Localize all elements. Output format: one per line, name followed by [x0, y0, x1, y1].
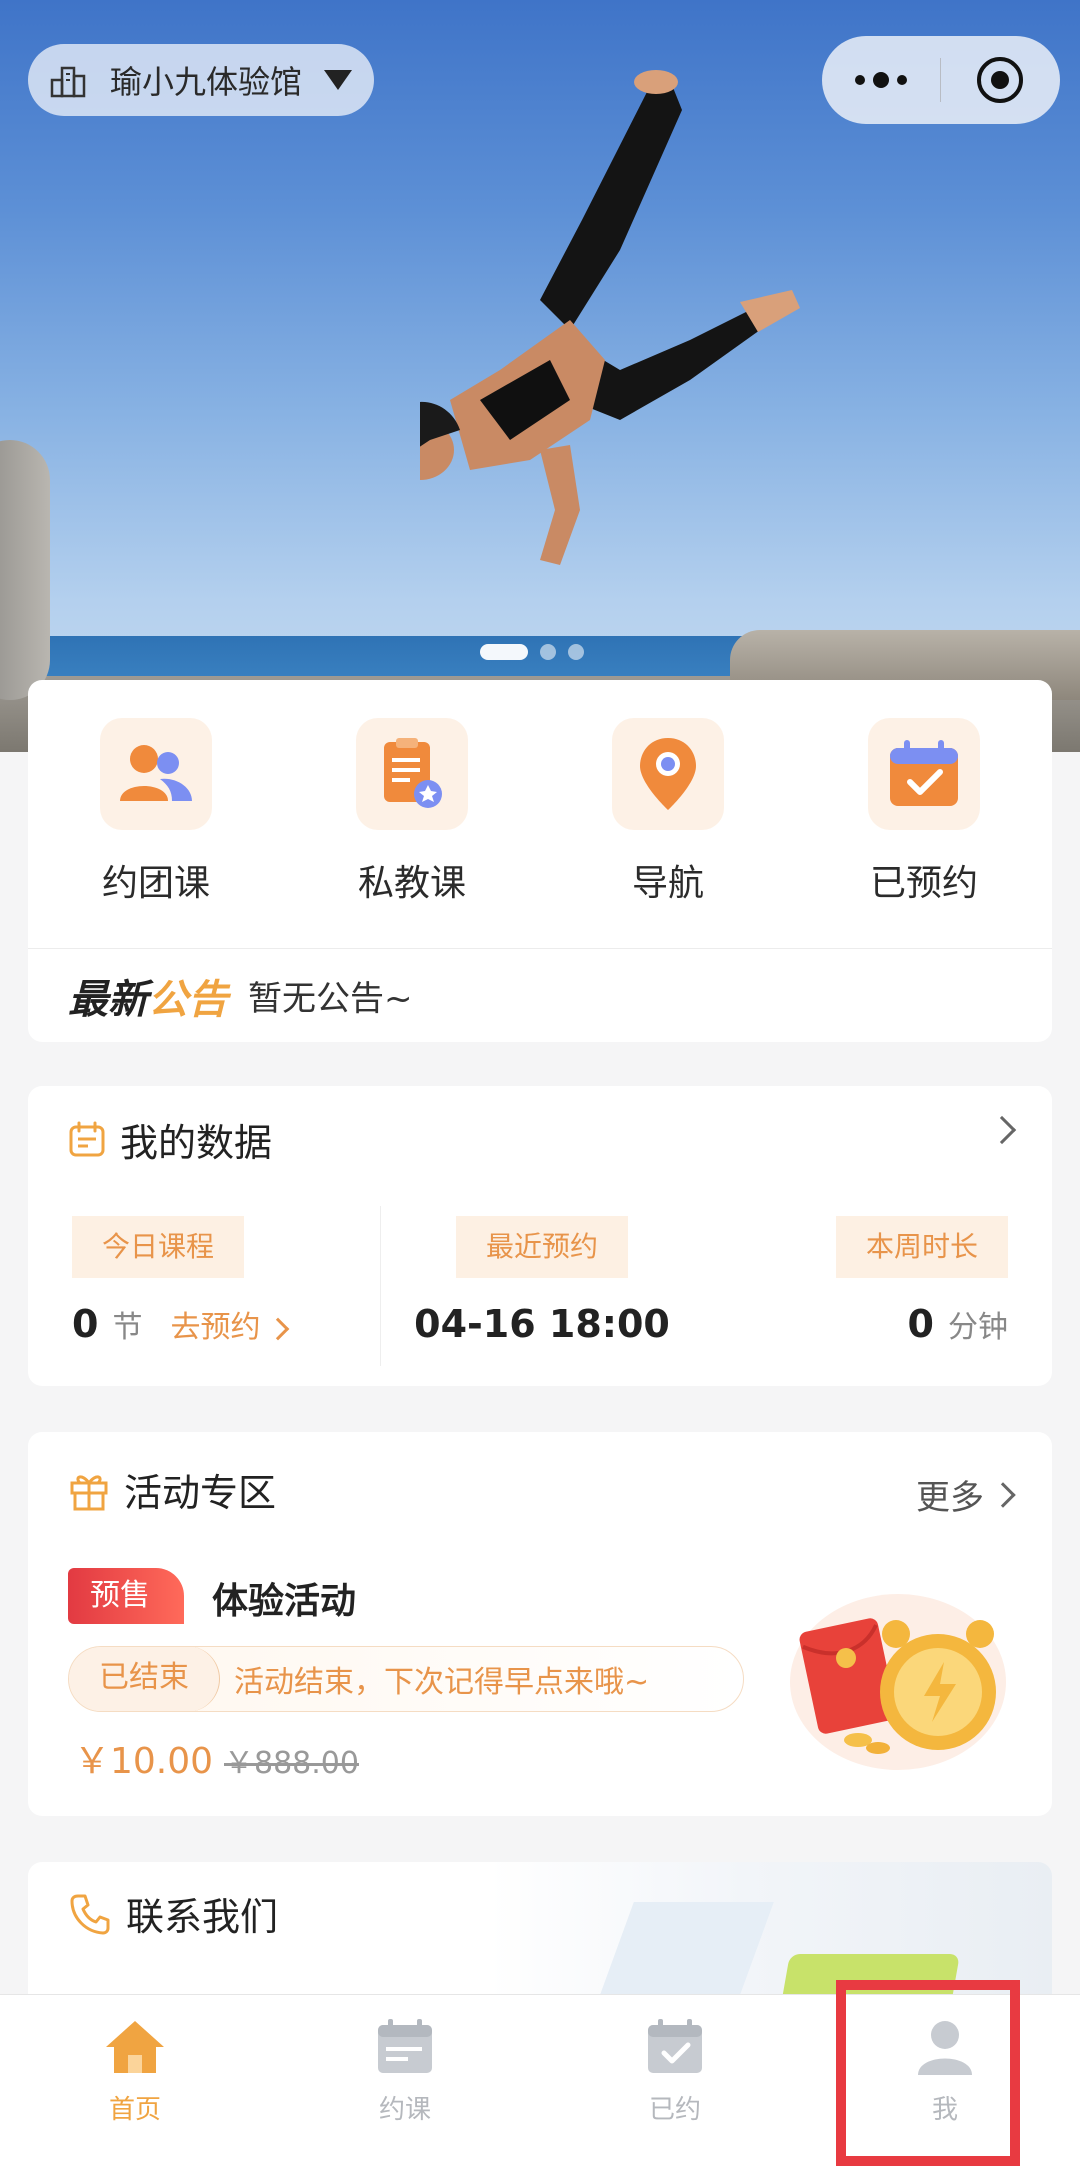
location-pin-icon — [640, 738, 696, 810]
caret-down-icon — [324, 70, 353, 90]
stat-recent: 最近预约 04-16 18:00 — [414, 1216, 670, 1346]
presale-badge: 预售 — [68, 1568, 184, 1624]
activity-name[interactable]: 体验活动 — [212, 1572, 356, 1624]
my-data-card: 我的数据 今日课程 0 节 去预约 最近预约 04-16 18:00 本周时长 … — [28, 1086, 1052, 1386]
stat-divider — [380, 1206, 381, 1366]
chevron-right-icon[interactable] — [987, 1115, 1017, 1145]
chevron-right-icon — [990, 1481, 1016, 1508]
tab-label: 首页 — [108, 2095, 161, 2125]
activity-header: 活动专区 — [68, 1462, 276, 1517]
more-dot-icon — [897, 75, 907, 85]
yoga-figure-illustration — [420, 70, 800, 565]
notice-tag-latest: 最新 — [68, 976, 148, 1023]
stat-unit: 节 — [112, 1310, 143, 1345]
more-dot-icon — [855, 75, 865, 85]
stat-today: 今日课程 0 节 去预约 — [72, 1216, 290, 1346]
store-selector[interactable]: 瑜小九体验馆 — [28, 44, 374, 116]
announcement-bar[interactable]: 最新 公告 暂无公告~ — [28, 948, 1052, 1042]
miniprogram-capsule — [822, 36, 1060, 124]
go-book-link[interactable]: 去预约 — [170, 1302, 260, 1346]
menu-private-class[interactable]: 私教课 — [284, 718, 540, 948]
hero-banner[interactable]: 瑜小九体验馆 — [0, 0, 1080, 752]
quick-menu-card: 约团课 私教课 导航 已预约 最新 公告 暂无公告~ — [28, 680, 1052, 1042]
bottom-tab-bar: 首页 约课 已约 我 — [0, 1994, 1080, 2178]
stat-unit: 分钟 — [948, 1310, 1008, 1345]
activity-title: 活动专区 — [124, 1471, 277, 1515]
phone-icon — [70, 1894, 110, 1934]
more-dot-icon — [873, 72, 889, 88]
more-label: 更多 — [916, 1478, 984, 1518]
activity-card: 活动专区 更多 预售 体验活动 已结束 活动结束，下次记得早点来哦~ ￥10.0… — [28, 1432, 1052, 1816]
activity-status-row: 已结束 活动结束，下次记得早点来哦~ — [68, 1646, 744, 1712]
notice-tag-announcement: 公告 — [148, 976, 228, 1023]
stat-label: 本周时长 — [835, 1216, 1008, 1278]
notice-text: 暂无公告~ — [248, 979, 413, 1019]
stat-value: 0 — [907, 1302, 934, 1346]
menu-navigation[interactable]: 导航 — [540, 718, 796, 948]
menu-booked[interactable]: 已预约 — [796, 718, 1052, 948]
chevron-right-icon — [267, 1317, 290, 1341]
group-users-icon — [120, 745, 192, 801]
activity-price: ￥10.00 — [74, 1741, 214, 1782]
contact-header: 联系我们 — [68, 1886, 278, 1941]
target-close-icon — [977, 57, 1023, 103]
tab-label: 约课 — [378, 2095, 431, 2125]
calendar-check-icon — [890, 740, 958, 806]
stat-value: 0 — [72, 1302, 99, 1346]
menu-label: 私教课 — [357, 863, 466, 904]
banner-pagination — [480, 644, 584, 660]
calendar-check-icon — [648, 2019, 702, 2073]
tab-booked[interactable]: 已约 — [540, 1995, 810, 2178]
store-name: 瑜小九体验馆 — [110, 63, 303, 101]
pagination-dot — [540, 644, 556, 660]
tab-home[interactable]: 首页 — [0, 1995, 270, 2178]
calendar-icon — [378, 2019, 432, 2073]
stat-value: 04-16 18:00 — [414, 1302, 670, 1346]
private-coach-icon — [384, 738, 442, 808]
contact-title: 联系我们 — [126, 1895, 279, 1939]
status-message: 活动结束，下次记得早点来哦~ — [234, 1665, 650, 1700]
tab-label: 我 — [931, 2095, 958, 2125]
gift-icon — [70, 1475, 108, 1510]
activity-more-link[interactable]: 更多 — [916, 1470, 1016, 1519]
tab-book-class[interactable]: 约课 — [270, 1995, 540, 2178]
stat-label: 今日课程 — [72, 1216, 245, 1278]
my-data-title: 我的数据 — [120, 1121, 273, 1165]
menu-label: 导航 — [631, 863, 704, 904]
close-miniprogram-button[interactable] — [941, 54, 1059, 106]
menu-group-class[interactable]: 约团课 — [28, 718, 284, 948]
tab-label: 已约 — [648, 2095, 701, 2125]
building-icon — [50, 66, 86, 98]
stat-label: 最近预约 — [455, 1216, 628, 1278]
tab-me[interactable]: 我 — [810, 1995, 1080, 2178]
stat-week: 本周时长 0 分钟 — [835, 1216, 1008, 1346]
status-ended-tag: 已结束 — [69, 1647, 220, 1711]
user-icon — [918, 2021, 972, 2075]
activity-original-price: ￥888.00 — [224, 1746, 359, 1781]
pagination-dot-active — [480, 644, 528, 660]
home-icon — [106, 2021, 164, 2073]
menu-label: 约团课 — [101, 863, 210, 904]
banner-rock-left — [0, 440, 50, 700]
calendar-icon — [69, 1121, 105, 1156]
menu-label: 已预约 — [869, 863, 978, 904]
more-options-button[interactable] — [822, 72, 940, 88]
my-data-header[interactable]: 我的数据 — [68, 1112, 272, 1167]
pagination-dot — [568, 644, 584, 660]
red-envelope-clock-illustration[interactable] — [788, 1572, 1008, 1772]
